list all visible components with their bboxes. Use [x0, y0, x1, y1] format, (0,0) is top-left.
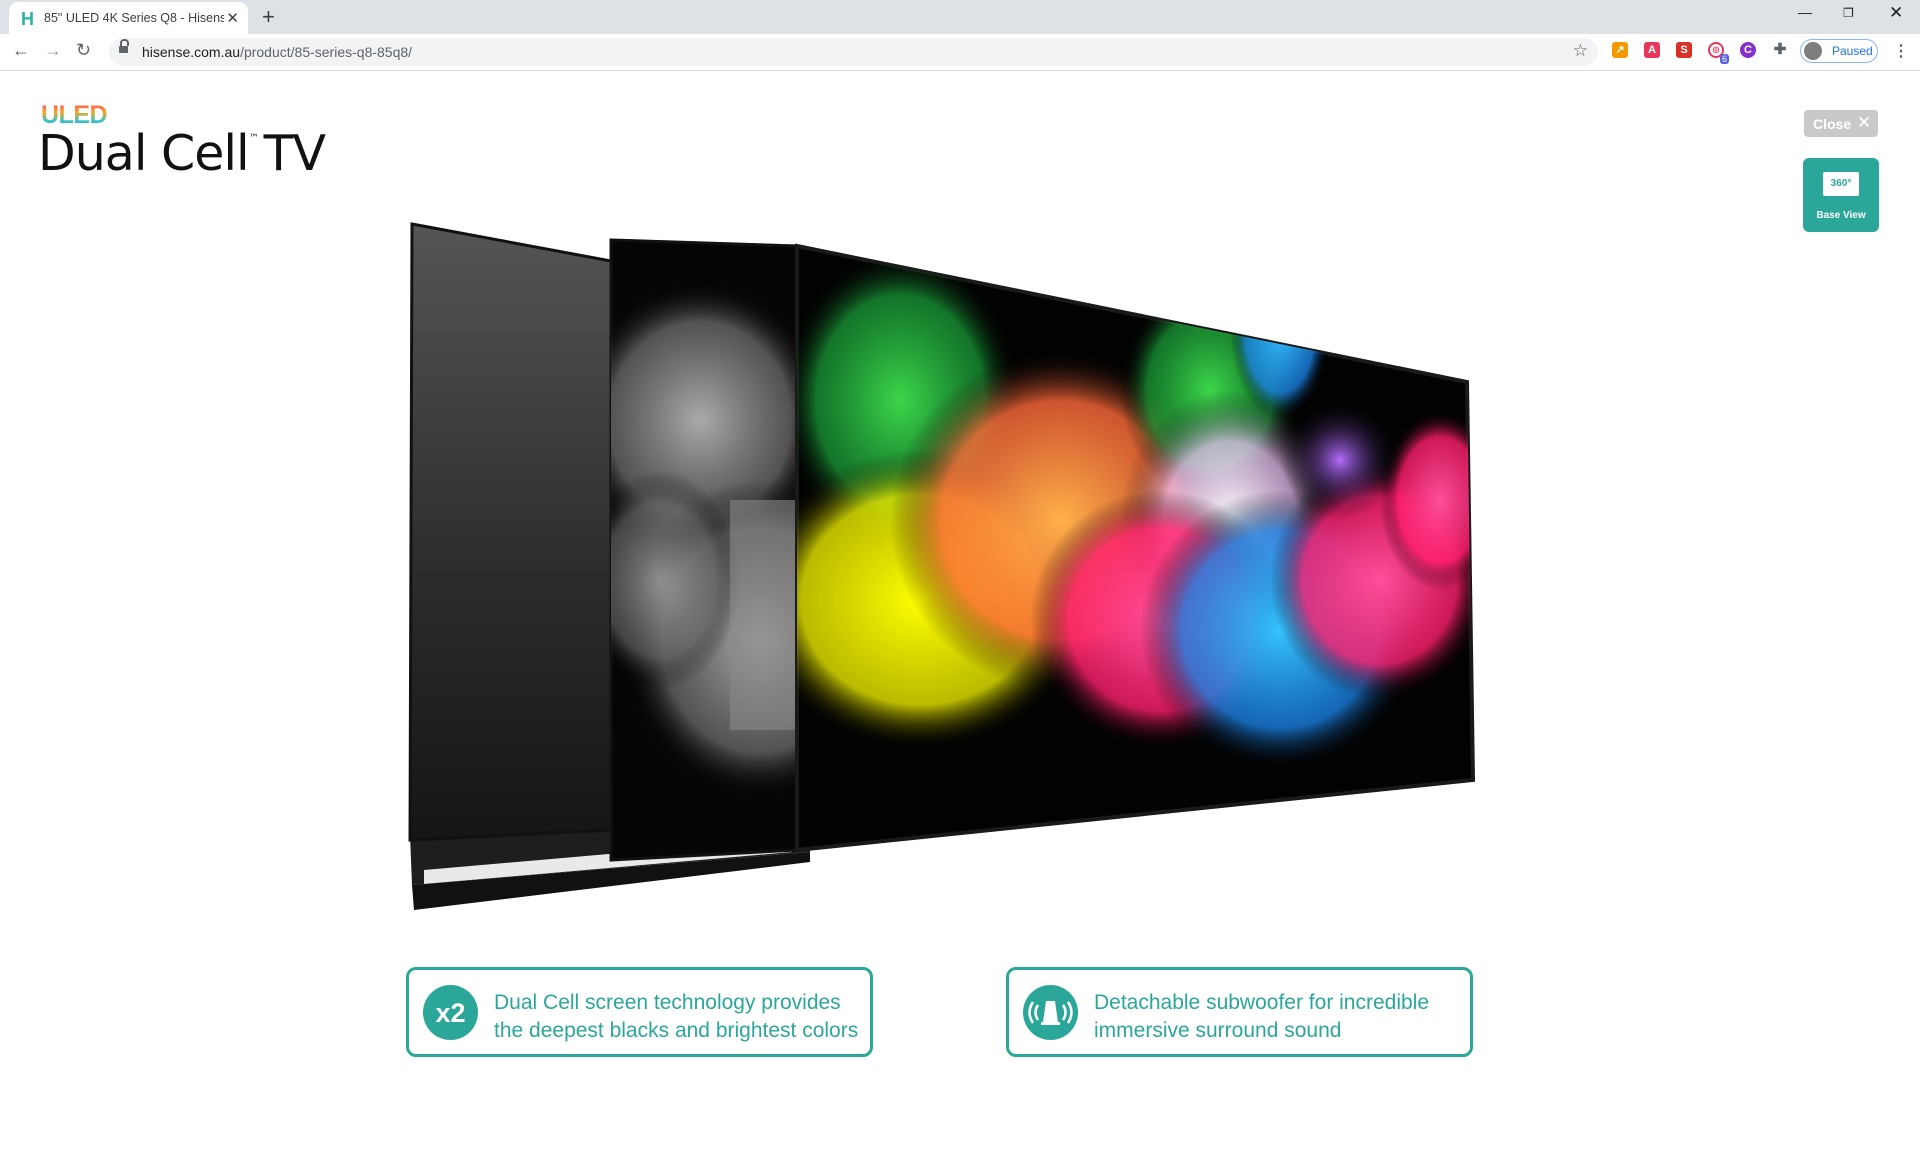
browser-toolbar: ← → ↻ hisense.com.au/product/85-series-q…	[0, 34, 1920, 71]
trend-extension-icon[interactable]: ↗	[1612, 42, 1628, 58]
tab-close-icon[interactable]: ✕	[226, 9, 239, 27]
browser-tab[interactable]: H 85" ULED 4K Series Q8 - Hisense ✕	[9, 2, 248, 34]
tv-360-icon: 360°	[1823, 172, 1859, 196]
new-tab-button[interactable]: +	[262, 4, 275, 30]
back-icon[interactable]: ←	[12, 40, 30, 61]
avatar	[1804, 42, 1822, 60]
c-extension-icon[interactable]: C	[1740, 42, 1756, 58]
lock-icon	[119, 39, 129, 53]
base-view-label: Base View	[1816, 210, 1866, 221]
window-close-icon[interactable]: ✕	[1889, 3, 1903, 23]
dual-cell-tv-layers-illustration	[408, 222, 1476, 910]
x2-icon: x2	[423, 985, 478, 1040]
tv-back-panel	[408, 222, 613, 842]
profile-button[interactable]: Paused	[1800, 39, 1878, 63]
feature-text: Dual Cell screen technology provides the…	[494, 991, 859, 1042]
close-button[interactable]: Close ✕	[1804, 110, 1878, 137]
browser-menu-icon[interactable]: ⋮	[1893, 41, 1909, 61]
url-text[interactable]: hisense.com.au/product/85-series-q8-85q8…	[142, 44, 412, 60]
feature-card-subwoofer: Detachable subwoofer for incredible imme…	[1006, 967, 1473, 1057]
s-extension-icon[interactable]: S	[1676, 42, 1692, 58]
base-view-button[interactable]: 360° Base View	[1803, 158, 1879, 232]
reload-icon[interactable]: ↻	[76, 40, 91, 61]
forward-icon[interactable]: →	[44, 40, 62, 61]
address-bar[interactable]: hisense.com.au/product/85-series-q8-85q8…	[109, 38, 1598, 66]
minimize-icon[interactable]: —	[1798, 4, 1812, 20]
tab-title: 85" ULED 4K Series Q8 - Hisense	[44, 11, 224, 25]
profile-status: Paused	[1832, 44, 1873, 58]
feature-card-dual-cell: x2 Dual Cell screen technology provides …	[406, 967, 873, 1057]
bookmark-star-icon[interactable]: ☆	[1573, 41, 1588, 61]
browser-tab-bar: H 85" ULED 4K Series Q8 - Hisense ✕ + — …	[0, 0, 1920, 34]
close-label: Close	[1813, 116, 1852, 132]
restore-icon[interactable]: ❐	[1843, 6, 1854, 20]
close-icon: ✕	[1857, 113, 1872, 132]
feature-text: Detachable subwoofer for incredible imme…	[1094, 991, 1430, 1042]
brand-dual-cell-tv: Dual Cell™ TV	[38, 125, 326, 182]
extension-badge: 6	[1720, 54, 1730, 64]
adobe-acrobat-icon[interactable]: A	[1644, 42, 1660, 58]
puzzle-extensions-icon[interactable]: ✚	[1772, 42, 1788, 58]
hisense-favicon-icon: H	[21, 9, 34, 29]
subwoofer-sound-icon	[1023, 985, 1078, 1040]
